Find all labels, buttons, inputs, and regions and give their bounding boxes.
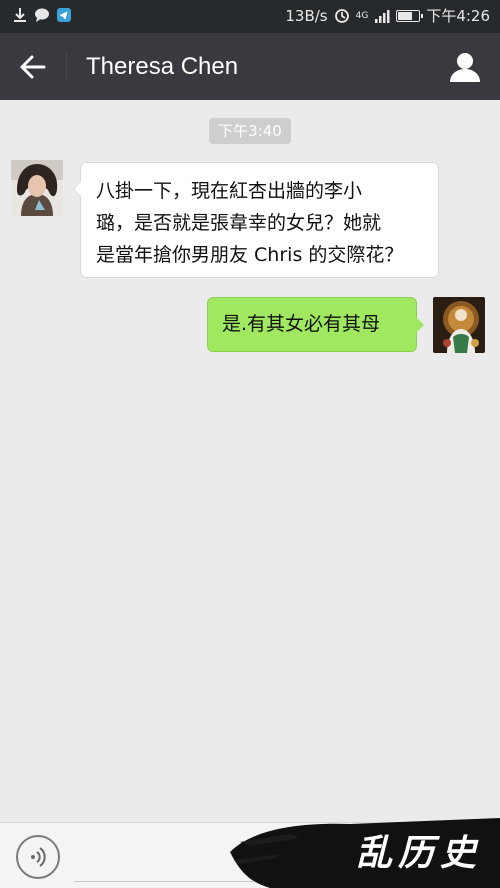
chat-title: Theresa Chen [86, 53, 239, 80]
message-input[interactable] [74, 881, 254, 882]
contact-avatar[interactable] [11, 160, 63, 216]
person-icon [450, 53, 480, 82]
status-icons-left [12, 7, 72, 23]
back-button[interactable] [16, 51, 50, 83]
arrow-left-icon [20, 55, 46, 79]
signal-icon [374, 8, 390, 24]
my-avatar[interactable] [433, 297, 485, 353]
status-bar: 13B/s 4G 下午4:26 [0, 0, 500, 33]
outgoing-message-bubble[interactable]: 是.有其女必有其母 [207, 297, 424, 352]
message-line: 八掛一下，現在紅杏出牆的李小 [96, 180, 363, 202]
message-line: 是當年搶你男朋友 Chris 的交際花？ [96, 244, 404, 266]
status-icons-right: 13B/s 4G 下午4:26 [285, 7, 490, 25]
telegram-icon [56, 7, 72, 23]
message-timestamp: 下午3:40 [209, 118, 291, 144]
voice-button[interactable] [16, 835, 60, 879]
network-type: 4G [355, 11, 369, 21]
voice-icon [31, 847, 46, 867]
message-line: 璐，是否就是張韋幸的女兒？她就 [96, 212, 382, 234]
battery-icon [396, 10, 424, 22]
watermark: 乱历史 [230, 812, 500, 888]
header-divider [66, 53, 67, 81]
chat-bubble-icon [34, 7, 50, 23]
chat-header: Theresa Chen [0, 33, 500, 100]
watermark-text: 乱历史 [355, 832, 482, 874]
network-speed: 13B/s [285, 7, 328, 25]
incoming-message-bubble[interactable]: 八掛一下，現在紅杏出牆的李小 璐，是否就是張韋幸的女兒？她就 是當年搶你男朋友 … [73, 162, 439, 278]
clock: 下午4:26 [426, 7, 490, 25]
sync-icon [334, 8, 350, 24]
profile-button[interactable] [448, 50, 482, 84]
message-text: 是.有其女必有其母 [222, 313, 381, 335]
download-icon [12, 7, 28, 23]
